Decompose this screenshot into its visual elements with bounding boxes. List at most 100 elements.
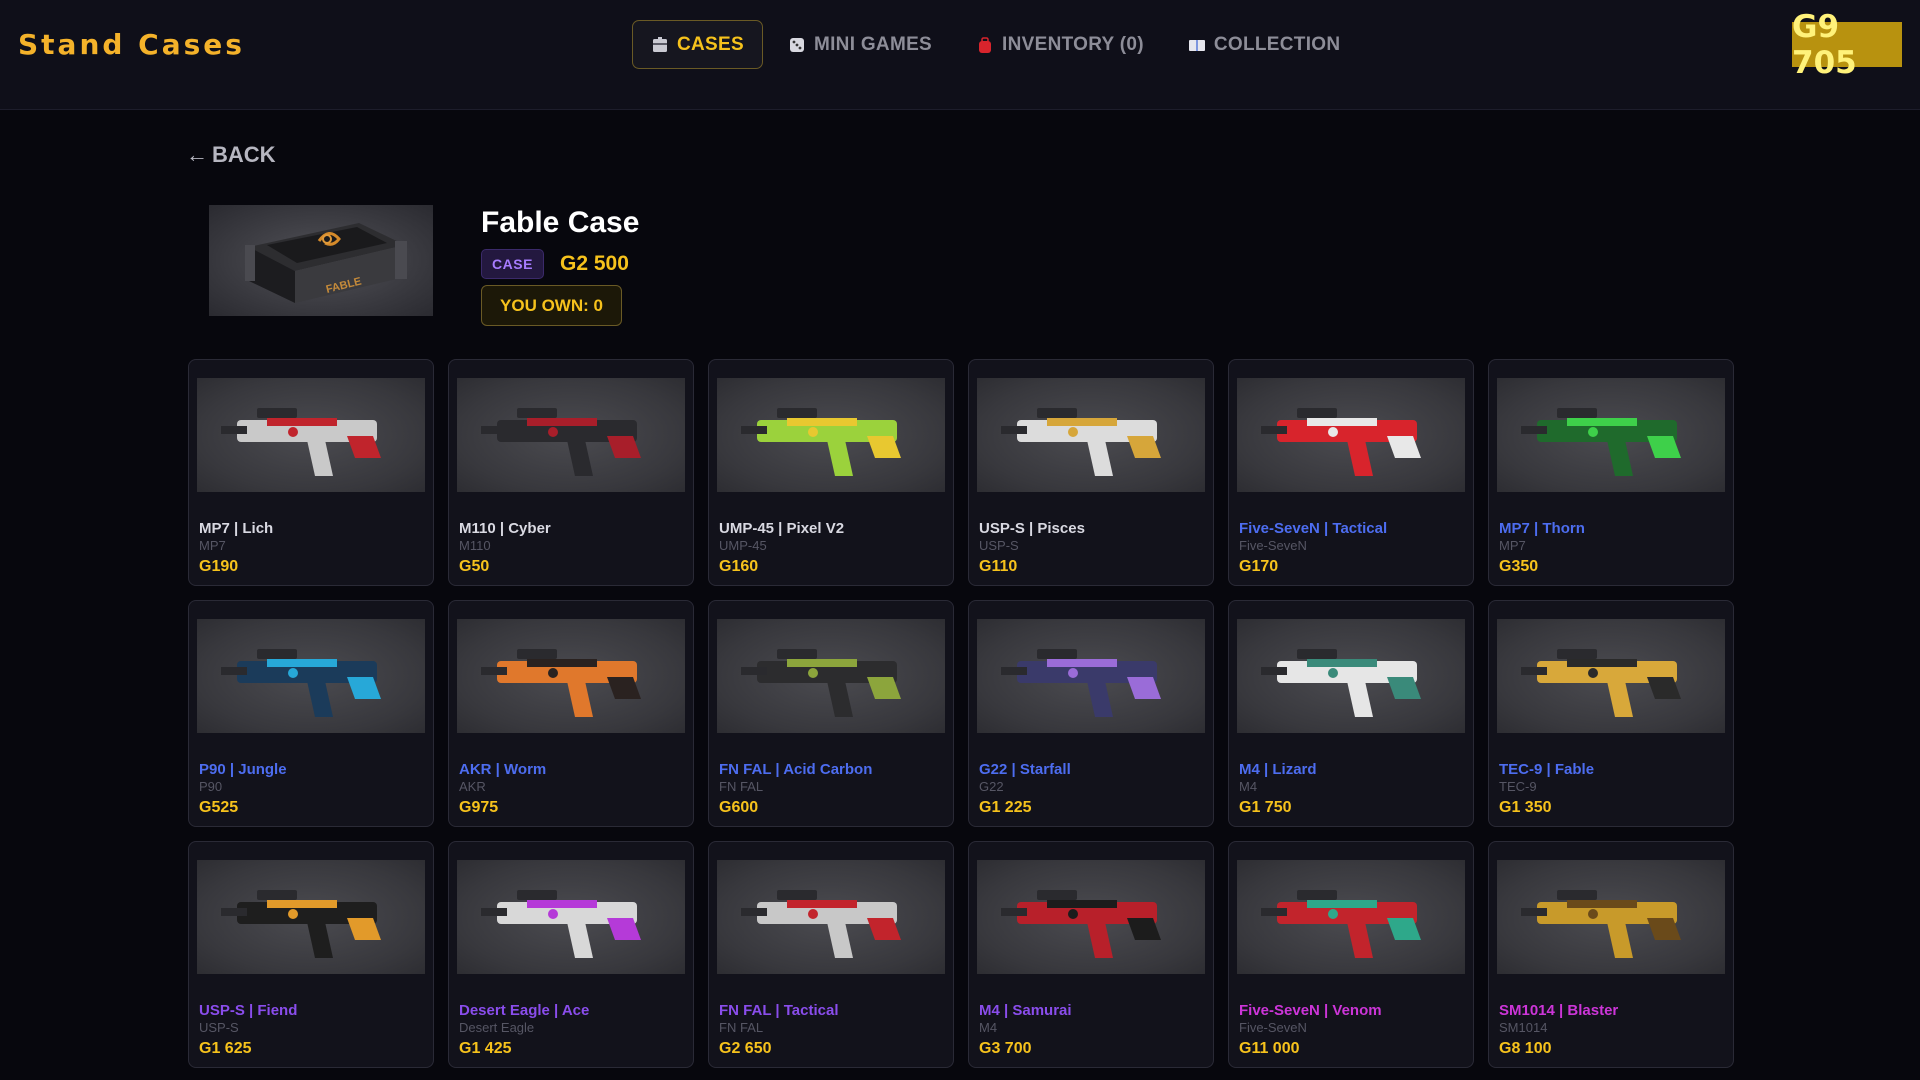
item-image	[197, 860, 425, 974]
case-image: FABLE	[209, 205, 433, 316]
item-image	[717, 860, 945, 974]
item-price: G525	[199, 799, 239, 816]
item-weapon-type: G22	[979, 779, 1004, 794]
item-weapon-type: Five-SeveN	[1239, 1020, 1307, 1035]
item-weapon-type: FN FAL	[719, 779, 764, 794]
item-price: G1 350	[1499, 799, 1552, 816]
item-image	[1497, 860, 1725, 974]
nav-mini-games-label: MINI GAMES	[813, 33, 933, 55]
item-name: M110 | Cyber	[459, 520, 551, 537]
item-weapon-type: FN FAL	[719, 1020, 764, 1035]
item-price: G1 425	[459, 1040, 512, 1057]
case-title: Fable Case	[481, 206, 640, 239]
item-name: Five-SeveN | Venom	[1239, 1002, 1382, 1019]
item-name: MP7 | Lich	[199, 520, 274, 537]
item-card[interactable]: FN FAL | Tactical FN FAL G2 650	[708, 841, 954, 1068]
nav-inventory[interactable]: INVENTORY (0)	[957, 20, 1163, 69]
item-name: MP7 | Thorn	[1499, 520, 1585, 537]
item-card[interactable]: MP7 | Lich MP7 G190	[188, 359, 434, 586]
item-image	[457, 619, 685, 733]
item-name: Five-SeveN | Tactical	[1239, 520, 1388, 537]
case-type-badge: CASE	[481, 249, 544, 279]
top-bar: Stand Cases CASES MINI GAMES INVENTORY (…	[0, 0, 1920, 110]
item-name: FN FAL | Tactical	[719, 1002, 839, 1019]
item-image	[1237, 860, 1465, 974]
item-price: G1 225	[979, 799, 1032, 816]
item-card[interactable]: USP-S | Pisces USP-S G110	[968, 359, 1214, 586]
item-card[interactable]: M4 | Lizard M4 G1 750	[1228, 600, 1474, 827]
item-name: TEC-9 | Fable	[1499, 761, 1595, 778]
app-logo[interactable]: Stand Cases	[18, 28, 245, 61]
item-weapon-type: MP7	[199, 538, 226, 553]
item-card[interactable]: M4 | Samurai M4 G3 700	[968, 841, 1214, 1068]
item-image	[717, 619, 945, 733]
item-card[interactable]: G22 | Starfall G22 G1 225	[968, 600, 1214, 827]
items-grid: MP7 | Lich MP7 G190 M110 | Cyber M110 G50 UMP-…	[188, 359, 1734, 1068]
item-card[interactable]: Desert Eagle | Ace Desert Eagle G1 425	[448, 841, 694, 1068]
item-weapon-type: M4	[1239, 779, 1258, 794]
dice-icon	[788, 36, 806, 54]
item-price: G8 100	[1499, 1040, 1552, 1057]
item-card[interactable]: Five-SeveN | Tactical Five-SeveN G170	[1228, 359, 1474, 586]
item-price: G50	[459, 558, 490, 575]
backpack-icon	[976, 36, 994, 54]
item-card[interactable]: P90 | Jungle P90 G525	[188, 600, 434, 827]
item-weapon-type: P90	[199, 779, 223, 794]
item-weapon-type: Five-SeveN	[1239, 538, 1307, 553]
item-card[interactable]: Five-SeveN | Venom Five-SeveN G11 000	[1228, 841, 1474, 1068]
main-nav: CASES MINI GAMES INVENTORY (0) COLLECTIO…	[632, 20, 1359, 69]
item-name: P90 | Jungle	[199, 761, 287, 778]
item-name: FN FAL | Acid Carbon	[719, 761, 873, 778]
item-weapon-type: M110	[459, 538, 491, 553]
balance-display: G9 705	[1792, 9, 1902, 81]
item-image	[1237, 619, 1465, 733]
item-price: G350	[1499, 558, 1539, 575]
item-name: AKR | Worm	[459, 761, 547, 778]
nav-cases[interactable]: CASES	[632, 20, 763, 69]
item-weapon-type: M4	[979, 1020, 998, 1035]
item-price: G110	[979, 558, 1018, 575]
item-card[interactable]: FN FAL | Acid Carbon FN FAL G600	[708, 600, 954, 827]
nav-mini-games[interactable]: MINI GAMES	[769, 20, 951, 69]
item-image	[977, 378, 1205, 492]
item-weapon-type: AKR	[459, 779, 486, 794]
item-weapon-type: SM1014	[1499, 1020, 1548, 1035]
item-name: G22 | Starfall	[979, 761, 1071, 778]
item-card[interactable]: AKR | Worm AKR G975	[448, 600, 694, 827]
item-name: M4 | Samurai	[979, 1002, 1072, 1019]
item-image	[977, 619, 1205, 733]
item-image	[977, 860, 1205, 974]
item-weapon-type: USP-S	[199, 1020, 239, 1035]
item-name: Desert Eagle | Ace	[459, 1002, 590, 1019]
item-name: SM1014 | Blaster	[1499, 1002, 1619, 1019]
item-image	[197, 378, 425, 492]
back-button[interactable]: ← BACK	[186, 142, 276, 168]
item-price: G975	[459, 799, 499, 816]
item-card[interactable]: SM1014 | Blaster SM1014 G8 100	[1488, 841, 1734, 1068]
item-price: G1 625	[199, 1040, 252, 1057]
nav-collection[interactable]: COLLECTION	[1169, 20, 1360, 69]
item-image	[1237, 378, 1465, 492]
arrow-left-icon: ←	[186, 142, 208, 167]
nav-cases-label: CASES	[677, 33, 744, 55]
back-label: BACK	[212, 142, 276, 167]
nav-inventory-label: INVENTORY (0)	[1002, 33, 1144, 55]
item-name: UMP-45 | Pixel V2	[719, 520, 845, 537]
nav-collection-label: COLLECTION	[1213, 33, 1341, 55]
item-price: G11 000	[1239, 1040, 1300, 1057]
item-card[interactable]: UMP-45 | Pixel V2 UMP-45 G160	[708, 359, 954, 586]
item-card[interactable]: MP7 | Thorn MP7 G350	[1488, 359, 1734, 586]
item-price: G170	[1239, 558, 1279, 575]
item-card[interactable]: M110 | Cyber M110 G50	[448, 359, 694, 586]
item-weapon-type: MP7	[1499, 538, 1526, 553]
item-weapon-type: TEC-9	[1499, 779, 1537, 794]
item-price: G1 750	[1239, 799, 1292, 816]
item-name: USP-S | Pisces	[979, 520, 1085, 537]
item-weapon-type: Desert Eagle	[459, 1020, 535, 1035]
item-card[interactable]: TEC-9 | Fable TEC-9 G1 350	[1488, 600, 1734, 827]
case-icon	[651, 36, 669, 54]
item-image	[1497, 378, 1725, 492]
item-image	[457, 378, 685, 492]
item-card[interactable]: USP-S | Fiend USP-S G1 625	[188, 841, 434, 1068]
item-price: G190	[199, 558, 239, 575]
